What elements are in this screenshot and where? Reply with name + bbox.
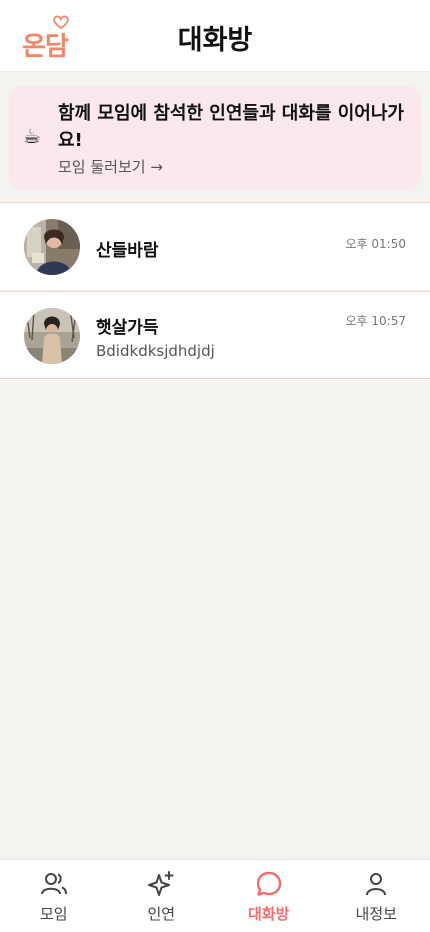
chat-timestamp: 오후 01:50 (345, 237, 406, 251)
meetup-banner[interactable]: ☕ 함께 모임에 참석한 인연들과 대화를 이어나가요! 모임 둘러보기 → (9, 86, 421, 190)
chat-timestamp: 오후 10:57 (345, 314, 406, 328)
nav-item-chat[interactable]: 대화방 (215, 860, 323, 932)
sparkle-icon (148, 871, 174, 896)
coffee-icon: ☕ (23, 124, 41, 148)
nav-label: 모임 (39, 905, 68, 923)
chat-bubble-icon (256, 871, 281, 896)
chat-list-item[interactable]: 산들바람 오후 01:50 (0, 202, 430, 290)
avatar (24, 219, 80, 275)
chat-last-message: Bdidkdksjdhdjdj (96, 342, 215, 360)
app-header: 온담 대화방 (0, 0, 430, 72)
browse-meetups-link[interactable]: 모임 둘러보기 → (58, 156, 163, 177)
nav-item-connections[interactable]: 인연 (108, 860, 216, 932)
nav-label: 대화방 (248, 905, 290, 923)
page-title: 대화방 (177, 25, 253, 56)
chat-name: 산들바람 (96, 241, 159, 261)
nav-label: 내정보 (355, 905, 397, 923)
nav-item-meetups[interactable]: 모임 (0, 860, 108, 932)
bottom-nav: 모임 인연 대화방 내정보 (0, 859, 430, 932)
avatar (24, 308, 80, 364)
people-icon (40, 873, 67, 895)
nav-label: 인연 (147, 905, 176, 923)
nav-item-profile[interactable]: 내정보 (323, 860, 430, 932)
chat-list-item[interactable]: 햇살가득 Bdidkdksjdhdjdj 오후 10:57 (0, 291, 430, 379)
chat-name: 햇살가득 (96, 318, 159, 338)
banner-title: 함께 모임에 참석한 인연들과 대화를 이어나가요! (58, 103, 404, 151)
person-icon (366, 873, 387, 896)
